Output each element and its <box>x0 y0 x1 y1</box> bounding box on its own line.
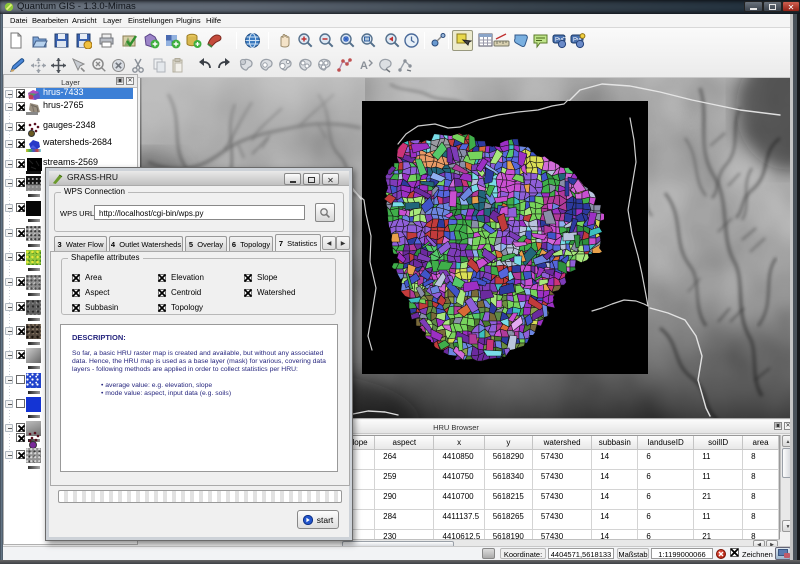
svg-text:A: A <box>360 60 368 72</box>
